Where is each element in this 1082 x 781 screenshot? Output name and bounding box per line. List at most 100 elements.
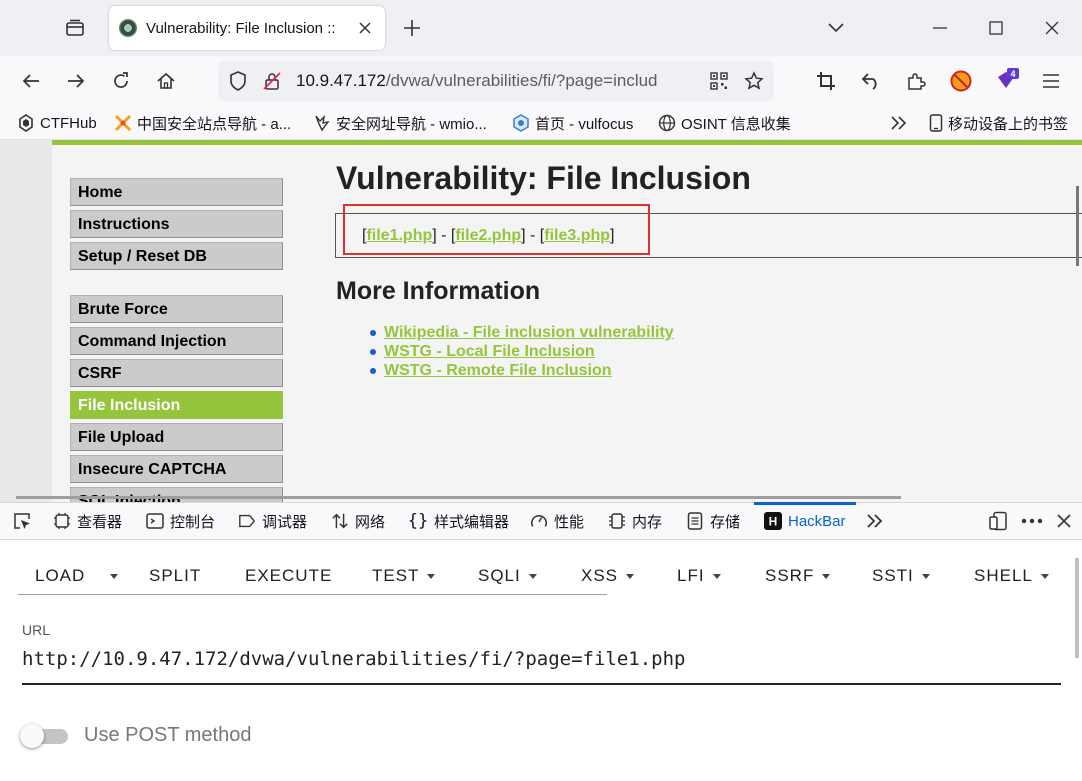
- shell-menu-button[interactable]: SHELL: [974, 548, 1049, 604]
- tab-debugger[interactable]: 调试器: [238, 503, 307, 539]
- more-options-icon[interactable]: [1021, 503, 1043, 539]
- button-label: TEST: [372, 566, 420, 585]
- ssrf-menu-button[interactable]: SSRF: [765, 548, 831, 604]
- tab-title: Vulnerability: File Inclusion ::: [146, 19, 336, 37]
- menu-item-instructions[interactable]: Instructions: [70, 210, 283, 238]
- button-label: SSRF: [765, 566, 815, 585]
- extensions-puzzle-icon[interactable]: [901, 66, 931, 96]
- tracking-shield-icon[interactable]: [226, 69, 250, 93]
- test-menu-button[interactable]: TEST: [372, 548, 436, 604]
- tab-label: 查看器: [77, 513, 123, 531]
- screenshot-crop-icon[interactable]: [811, 66, 841, 96]
- tab-hackbar[interactable]: H HackBar: [754, 502, 856, 539]
- url-path: /dvwa/vulnerabilities/fi/?page=includ: [385, 71, 658, 90]
- back-icon[interactable]: [16, 66, 46, 96]
- menu-hamburger-icon[interactable]: [1036, 66, 1066, 96]
- bookmark-mobile[interactable]: 移动设备上的书签: [927, 112, 1068, 134]
- menu-item-brute-force[interactable]: Brute Force: [70, 295, 283, 323]
- hackbar-scrollbar[interactable]: [1075, 558, 1079, 658]
- blocker-extension-icon[interactable]: [946, 66, 976, 96]
- tab-list-icon[interactable]: [58, 12, 92, 44]
- bookmark-wmio[interactable]: 安全网址导航 - wmio...: [313, 112, 487, 134]
- menu-item-csrf[interactable]: CSRF: [70, 359, 283, 387]
- page-horizontal-scrollbar[interactable]: [16, 496, 901, 499]
- post-method-toggle[interactable]: [20, 724, 70, 748]
- dropdown-arrow-icon: [1040, 574, 1049, 580]
- xss-menu-button[interactable]: XSS: [581, 548, 635, 604]
- qr-code-icon[interactable]: [707, 69, 731, 93]
- execute-button[interactable]: EXECUTE: [245, 548, 332, 604]
- network-icon: [331, 512, 349, 530]
- home-icon[interactable]: [151, 66, 181, 96]
- minimize-icon[interactable]: [926, 14, 954, 42]
- menu-item-sql-injection[interactable]: SQL Injection: [70, 487, 283, 502]
- menu-item-home[interactable]: Home: [70, 178, 283, 206]
- menu-item-command-injection[interactable]: Command Injection: [70, 327, 283, 355]
- url-host: 10.9.47.172: [296, 71, 386, 90]
- hackbar-extension-icon[interactable]: 4: [991, 66, 1021, 96]
- bookmarks-overflow-icon[interactable]: [890, 112, 908, 134]
- button-label: SSTI: [872, 566, 914, 585]
- dropdown-arrow-icon: [712, 574, 721, 580]
- page-title: Vulnerability: File Inclusion: [336, 160, 751, 196]
- bookmark-vulfocus[interactable]: 首页 - vulfocus: [512, 112, 633, 134]
- bookmark-security-sites[interactable]: 中国安全站点导航 - a...: [114, 112, 291, 134]
- load-dropdown-icon[interactable]: [110, 548, 118, 604]
- bookmark-label: CTFHub: [40, 114, 97, 132]
- load-button[interactable]: LOAD: [35, 548, 85, 604]
- ssti-menu-button[interactable]: SSTI: [872, 548, 930, 604]
- url-bar[interactable]: 10.9.47.172/dvwa/vulnerabilities/fi/?pag…: [218, 61, 774, 101]
- active-tab[interactable]: Vulnerability: File Inclusion ::: [109, 6, 385, 50]
- undo-arrow-icon[interactable]: [856, 66, 886, 96]
- devtools-overflow-icon[interactable]: [866, 503, 884, 539]
- menu-item-insecure-captcha[interactable]: Insecure CAPTCHA: [70, 455, 283, 483]
- list-item: Wikipedia - File inclusion vulnerability: [370, 323, 674, 342]
- button-label: XSS: [581, 566, 619, 585]
- tab-network[interactable]: 网络: [331, 503, 385, 539]
- list-item: WSTG - Remote File Inclusion: [370, 361, 674, 380]
- menu-gap: [70, 274, 283, 295]
- wstg-local-link[interactable]: WSTG - Local File Inclusion: [384, 343, 595, 360]
- maximize-icon[interactable]: [982, 14, 1010, 42]
- menu-item-file-inclusion[interactable]: File Inclusion: [70, 391, 283, 419]
- url-field-label: URL: [22, 622, 51, 638]
- element-picker-icon[interactable]: [12, 503, 32, 539]
- sqli-menu-button[interactable]: SQLI: [478, 548, 537, 604]
- bookmark-star-icon[interactable]: [742, 69, 766, 93]
- tab-memory[interactable]: 内存: [608, 503, 662, 539]
- split-button[interactable]: SPLIT: [149, 548, 201, 604]
- tab-label: HackBar: [788, 512, 846, 530]
- tab-label: 调试器: [262, 513, 308, 531]
- url-text[interactable]: 10.9.47.172/dvwa/vulnerabilities/fi/?pag…: [296, 61, 698, 101]
- forward-icon[interactable]: [61, 66, 91, 96]
- tab-storage[interactable]: 存储: [686, 503, 740, 539]
- bookmark-osint[interactable]: OSINT 信息收集: [658, 112, 791, 134]
- tab-bar: Vulnerability: File Inclusion ::: [0, 0, 1082, 56]
- tab-inspector[interactable]: 查看器: [53, 503, 122, 539]
- close-window-icon[interactable]: [1038, 14, 1066, 42]
- lfi-menu-button[interactable]: LFI: [677, 548, 721, 604]
- new-tab-icon[interactable]: [400, 16, 424, 40]
- globe-icon: [658, 114, 676, 132]
- close-tab-icon[interactable]: [355, 18, 375, 38]
- menu-item-file-upload[interactable]: File Upload: [70, 423, 283, 451]
- page-vertical-scrollbar[interactable]: [1076, 186, 1079, 266]
- tab-style-editor[interactable]: {} 样式编辑器: [408, 503, 509, 539]
- reload-icon[interactable]: [106, 66, 136, 96]
- menu-item-setup[interactable]: Setup / Reset DB: [70, 242, 283, 270]
- bookmark-label: OSINT 信息收集: [681, 115, 791, 133]
- bullet-icon: [370, 348, 376, 355]
- url-input[interactable]: http://10.9.47.172/dvwa/vulnerabilities/…: [22, 648, 685, 670]
- close-devtools-icon[interactable]: [1057, 503, 1071, 539]
- list-all-tabs-icon[interactable]: [822, 14, 850, 42]
- bookmark-ctfhub[interactable]: CTFHub: [17, 112, 97, 134]
- insecure-lock-icon[interactable]: [260, 69, 284, 93]
- wstg-remote-link[interactable]: WSTG - Remote File Inclusion: [384, 362, 612, 379]
- crossed-swords-icon: [114, 114, 132, 132]
- wikipedia-link[interactable]: Wikipedia - File inclusion vulnerability: [384, 324, 674, 341]
- tab-performance[interactable]: 性能: [530, 503, 584, 539]
- bullet-icon: [370, 329, 376, 336]
- tab-console[interactable]: 控制台: [146, 503, 215, 539]
- responsive-design-icon[interactable]: [988, 503, 1008, 539]
- button-label: SQLI: [478, 566, 521, 585]
